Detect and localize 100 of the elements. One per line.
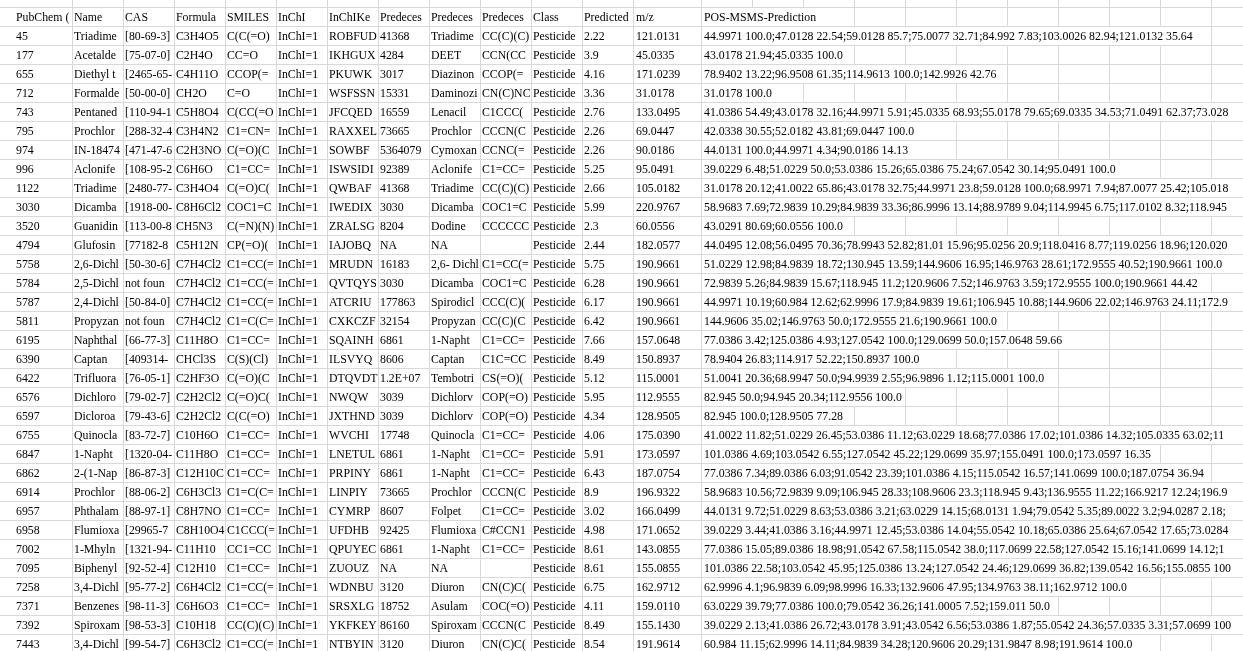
table-cell: C5H8O4 [175, 103, 226, 121]
table-cell: C10H6O [175, 426, 226, 444]
table-cell: C1=CC(= [226, 293, 277, 311]
table-cell: [110-94-1 [124, 103, 175, 121]
table-cell: Pentaned [73, 103, 124, 121]
table-cell: 6597 [0, 407, 73, 425]
table-cell: 3,4-Dichl [73, 635, 124, 651]
table-cell: C7H4Cl2 [175, 274, 226, 292]
table-cell: C7H4Cl2 [175, 312, 226, 330]
table-cell: CCCCCC [481, 217, 532, 235]
table-cell: Dodine [430, 217, 481, 235]
table-cell: [1918-00- [124, 198, 175, 216]
table-cell: Pesticide [532, 274, 583, 292]
table-cell: 5787 [0, 293, 73, 311]
table-cell: CN(C)NC [481, 84, 532, 102]
table-cell: 5784 [0, 274, 73, 292]
table-cell: PKUWK [328, 65, 379, 83]
table-cell: IN-18474 [73, 141, 124, 159]
column-header: Predeces [481, 8, 532, 26]
table-cell: 3.36 [583, 84, 634, 102]
table-cell: InChI=1 [277, 483, 328, 501]
table-cell: 3039 [379, 407, 430, 425]
table-cell: C1=CC= [226, 160, 277, 178]
table-cell: [50-00-0] [124, 84, 175, 102]
column-header: CAS [124, 8, 175, 26]
table-cell: Captan [73, 350, 124, 368]
table-cell: Pesticide [532, 141, 583, 159]
table-cell: 4.06 [583, 426, 634, 444]
table-cell: WSFSSN [328, 84, 379, 102]
table-cell: 6.75 [583, 578, 634, 596]
table-cell: CCCN(C [481, 122, 532, 140]
table-cell: C1=CC= [481, 426, 532, 444]
table-cell: C(CC(=O [226, 103, 277, 121]
table-cell: Diuron [430, 635, 481, 651]
table-cell: [471-47-6 [124, 141, 175, 159]
table-cell: 7095 [0, 559, 73, 577]
table-cell: [2480-77- [124, 179, 175, 197]
table-cell: C(S)(Cl) [226, 350, 277, 368]
table-cell: Pesticide [532, 483, 583, 501]
table-cell: 7.66 [583, 331, 634, 349]
table-cell: C1=CC= [226, 426, 277, 444]
table-cell: Diethyl t [73, 65, 124, 83]
table-cell: RAXXEL [328, 122, 379, 140]
table-cell: CN(C)C( [481, 578, 532, 596]
table-cell: Pesticide [532, 312, 583, 330]
table-cell: 16183 [379, 255, 430, 273]
table-cell: C(C(=O) [226, 407, 277, 425]
table-cell: 6422 [0, 369, 73, 387]
table-cell: [99-54-7] [124, 635, 175, 651]
table-cell: DEET [430, 46, 481, 64]
table-cell: 73665 [379, 483, 430, 501]
table-cell: C1=CC(= [226, 578, 277, 596]
table-cell: 795 [0, 122, 73, 140]
table-cell: [79-02-7] [124, 388, 175, 406]
table-cell: 6861 [379, 540, 430, 558]
table-cell: 5.12 [583, 369, 634, 387]
table-cell: Pesticide [532, 578, 583, 596]
table-cell: 7258 [0, 578, 73, 596]
table-cell: Pesticide [532, 331, 583, 349]
table-cell: NA [430, 559, 481, 577]
table-cell: 73665 [379, 122, 430, 140]
table-cell: 6.28 [583, 274, 634, 292]
table-cell: Propyzan [430, 312, 481, 330]
table-cell: 92425 [379, 521, 430, 539]
table-cell: Triadime [430, 27, 481, 45]
table-cell: CCOP(= [226, 65, 277, 83]
table-cell: LINPIY [328, 483, 379, 501]
table-cell: C(=O)(C [226, 141, 277, 159]
table-cell: InChI=1 [277, 426, 328, 444]
table-cell: Pesticide [532, 407, 583, 425]
table-cell: C8H10O4 [175, 521, 226, 539]
table-cell: Diazinon [430, 65, 481, 83]
table-cell: 6.17 [583, 293, 634, 311]
table-cell: NA [379, 559, 430, 577]
table-cell: InChI=1 [277, 559, 328, 577]
table-cell: Spiroxam [73, 616, 124, 634]
table-cell: Dichlorv [430, 388, 481, 406]
table-cell: 8.9 [583, 483, 634, 501]
table-cell: 2.3 [583, 217, 634, 235]
table-cell: Pesticide [532, 616, 583, 634]
table-cell: 5811 [0, 312, 73, 330]
table-cell: Pesticide [532, 502, 583, 520]
table-cell: Pesticide [532, 597, 583, 615]
table-cell: Daminozi [430, 84, 481, 102]
table-cell: Pesticide [532, 179, 583, 197]
table-cell: C2H2Cl2 [175, 388, 226, 406]
table-cell: InChI=1 [277, 464, 328, 482]
table-cell: 15331 [379, 84, 430, 102]
column-header: SMILES [226, 8, 277, 26]
table-cell: [95-77-2] [124, 578, 175, 596]
table-cell: COC1=C [481, 274, 532, 292]
table-cell: [76-05-1] [124, 369, 175, 387]
table-cell: Dicloroa [73, 407, 124, 425]
table-cell: C1=CC(= [481, 255, 532, 273]
table-cell: 41368 [379, 27, 430, 45]
table-cell: [50-30-6] [124, 255, 175, 273]
table-cell: NTBYIN [328, 635, 379, 651]
table-cell: 7002 [0, 540, 73, 558]
table-cell: Pesticide [532, 217, 583, 235]
table-cell: 4284 [379, 46, 430, 64]
